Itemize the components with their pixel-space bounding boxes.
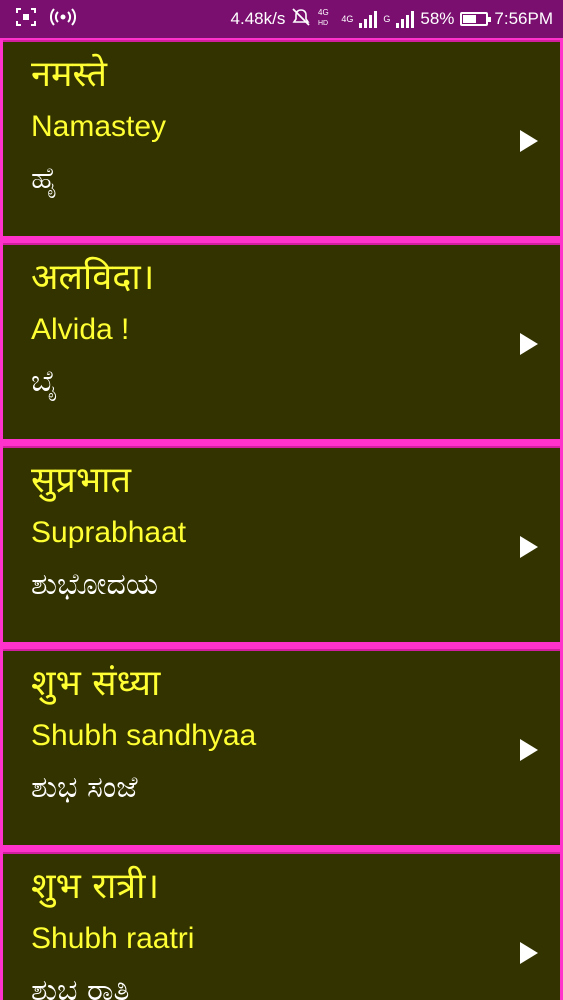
kannada-text: ಹೈ bbox=[31, 161, 59, 196]
mute-icon bbox=[291, 7, 311, 31]
play-icon[interactable] bbox=[520, 333, 538, 355]
battery-percent: 58% bbox=[420, 9, 455, 28]
kannada-text: ಶುಭೋದಯ bbox=[31, 567, 158, 602]
hindi-text: अलविदा। bbox=[31, 257, 155, 298]
svg-text:HD: HD bbox=[318, 20, 328, 27]
hindi-text: सुप्रभात bbox=[31, 460, 131, 501]
phrase-card[interactable]: अलविदा। Alvida ! ಬೈ bbox=[3, 243, 560, 439]
play-icon[interactable] bbox=[520, 130, 538, 152]
transliteration-text: Suprabhaat bbox=[31, 516, 187, 549]
volte-icon: 4G HD bbox=[317, 7, 335, 32]
svg-text:4G: 4G bbox=[318, 8, 329, 17]
hindi-text: शुभ रात्री। bbox=[31, 866, 160, 907]
clock: 7:56PM bbox=[494, 9, 553, 28]
kannada-text: ಶುಭ ಸಂಜೆ bbox=[31, 770, 138, 805]
network-type-1: 4G bbox=[341, 13, 354, 24]
phrase-card[interactable]: सुप्रभात Suprabhaat ಶುಭೋದಯ bbox=[3, 446, 560, 642]
kannada-text: ಶುಭ ರಾತ್ರಿ bbox=[31, 973, 131, 1000]
battery-icon bbox=[460, 12, 492, 26]
signal-icon-2 bbox=[396, 10, 415, 28]
kannada-text: ಬೈ bbox=[31, 364, 58, 399]
transliteration-text: Shubh sandhyaa bbox=[31, 719, 257, 752]
transliteration-text: Alvida ! bbox=[31, 313, 130, 346]
hindi-text: शुभ संध्या bbox=[31, 663, 161, 704]
phrase-card[interactable]: नमस्ते Namastey ಹೈ bbox=[3, 40, 560, 236]
screenshot-icon bbox=[16, 7, 36, 31]
play-icon[interactable] bbox=[520, 942, 538, 964]
battery-fill bbox=[463, 15, 477, 23]
status-right: 4.48k/s 4G HD 4G G 58% 7:56PM bbox=[231, 0, 553, 38]
phrase-card[interactable]: शुभ संध्या Shubh sandhyaa ಶುಭ ಸಂಜೆ bbox=[3, 649, 560, 845]
play-icon[interactable] bbox=[520, 536, 538, 558]
network-type-2: G bbox=[383, 13, 391, 24]
phrase-card[interactable]: शुभ रात्री। Shubh raatri ಶುಭ ರಾತ್ರಿ bbox=[3, 852, 560, 1000]
signal-icon bbox=[359, 10, 378, 28]
phrase-list[interactable]: नमस्ते Namastey ಹೈ अलविदा। Alvida ! ಬೈ स… bbox=[0, 38, 563, 1000]
transliteration-text: Shubh raatri bbox=[31, 922, 195, 955]
play-icon[interactable] bbox=[520, 739, 538, 761]
status-bar: 4.48k/s 4G HD 4G G 58% 7:56PM bbox=[0, 0, 563, 38]
network-speed: 4.48k/s bbox=[230, 9, 286, 28]
transliteration-text: Namastey bbox=[31, 110, 167, 143]
hotspot-icon bbox=[50, 7, 76, 31]
hindi-text: नमस्ते bbox=[31, 54, 108, 95]
status-left bbox=[16, 0, 76, 38]
